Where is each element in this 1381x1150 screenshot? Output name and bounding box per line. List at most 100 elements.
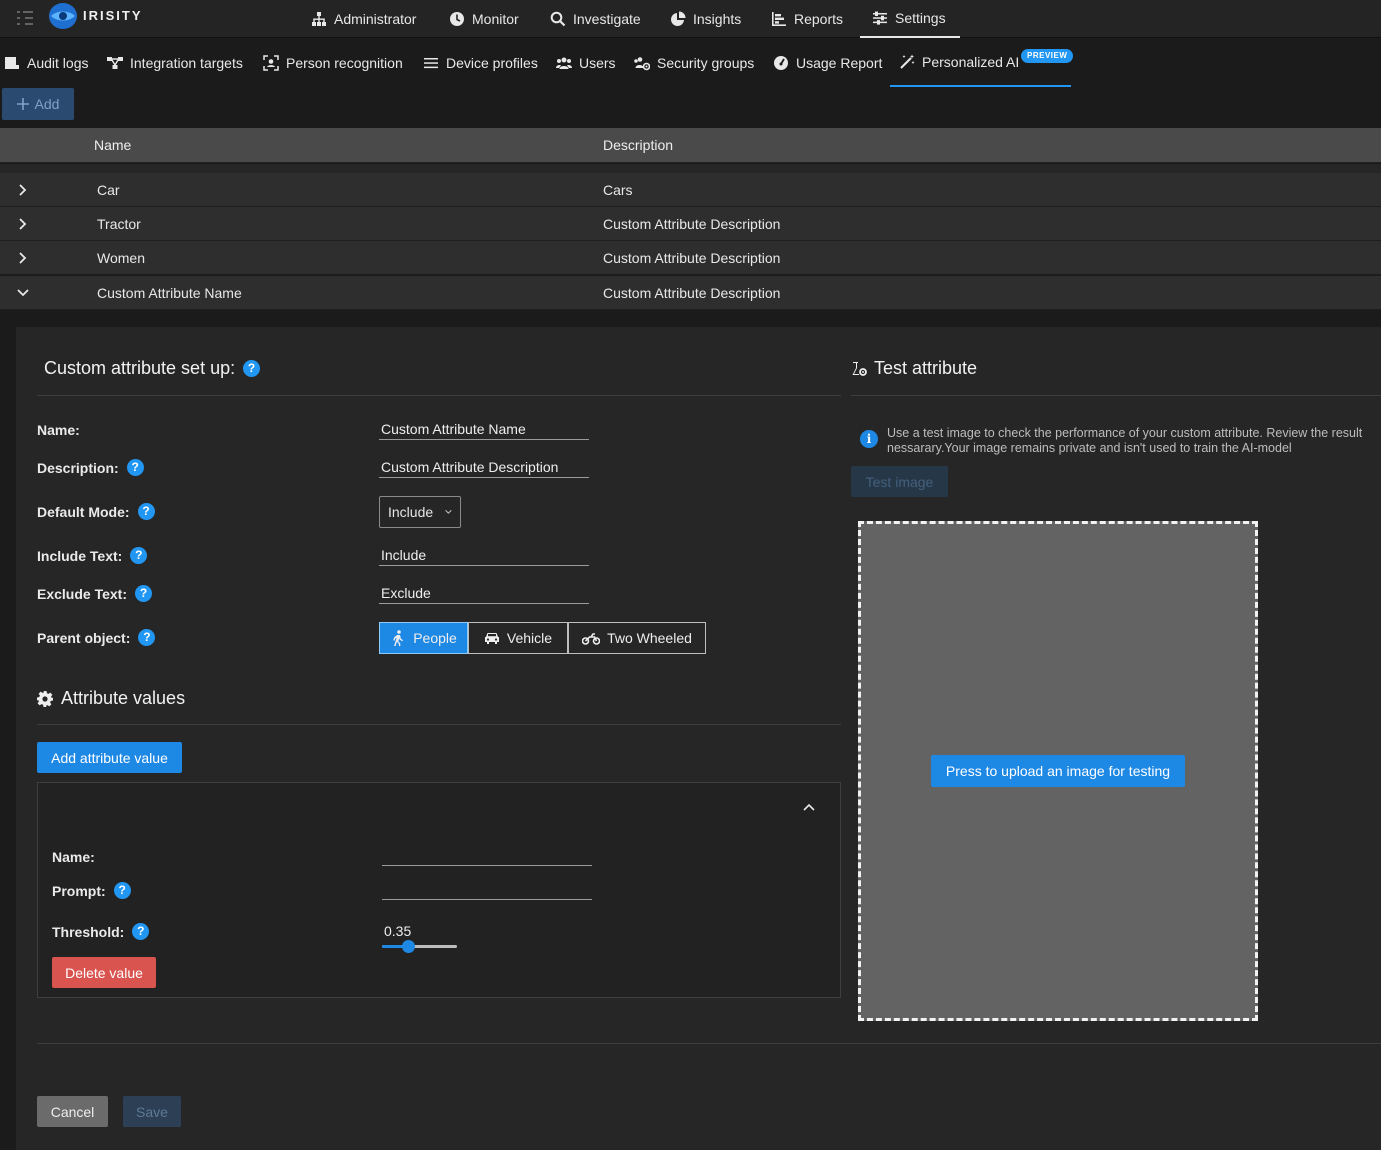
subnav-personalized-ai[interactable]: Personalized AI [890,39,1072,87]
subnav-label: Audit logs [27,55,89,71]
help-icon[interactable]: ? [126,459,144,476]
save-button[interactable]: Save [123,1096,181,1127]
add-attribute-value-button[interactable]: Add attribute value [37,742,182,773]
nav-investigate[interactable]: Investigate [550,0,641,38]
users-gear-icon [634,57,650,71]
nav-label: Monitor [472,11,519,27]
search-icon [550,11,566,27]
column-header-name[interactable]: Name [94,128,131,163]
table-row[interactable]: Tractor Custom Attribute Description [0,207,1381,241]
menu-toggle-icon[interactable] [16,10,34,26]
clock-icon [450,12,464,26]
help-icon[interactable]: ? [130,547,148,564]
row-name: Women [97,250,145,266]
nav-monitor[interactable]: Monitor [449,0,519,38]
chevron-right-icon[interactable] [16,251,30,265]
column-header-description[interactable]: Description [603,128,673,163]
parent-option-label: Vehicle [506,630,553,646]
description-input[interactable]: Custom Attribute Description [379,456,589,478]
help-icon[interactable]: ? [243,360,261,377]
motorcycle-icon [582,633,601,645]
setup-heading: Custom attribute set up: ? [44,358,261,379]
row-description: Custom Attribute Description [603,250,781,266]
subnav-users[interactable]: Users [556,39,616,87]
nav-reports[interactable]: Reports [771,0,843,38]
scroll-icon [5,57,19,69]
name-input[interactable]: Custom Attribute Name [379,418,589,440]
subnav-label: Device profiles [446,55,538,71]
magic-wand-icon [900,54,915,69]
parent-option-label: Two Wheeled [607,630,692,646]
top-navigation-bar: IRISITY Administrator Monitor Investigat… [0,0,1381,38]
upload-image-button[interactable]: Press to upload an image for testing [931,755,1185,787]
table-row[interactable]: Women Custom Attribute Description [0,241,1381,275]
chevron-right-icon[interactable] [16,217,30,231]
cog-icon [37,690,53,707]
include-text-input[interactable]: Include [379,544,589,566]
default-mode-select[interactable]: Include [379,496,461,528]
chevron-down-icon[interactable] [16,286,30,300]
exclude-text-input[interactable]: Exclude [379,582,589,604]
default-mode-label: Default Mode:? [37,503,155,520]
bar-chart-icon [772,12,786,26]
add-label: Add [34,96,60,112]
test-attribute-heading: Test attribute [851,358,977,379]
parent-option-two-wheeled[interactable]: Two Wheeled [568,622,706,654]
users-icon [556,57,572,69]
include-text-label: Include Text:? [37,547,148,564]
help-icon[interactable]: ? [132,923,150,940]
add-button[interactable]: Add [2,88,74,120]
prompt-input[interactable] [382,878,592,900]
test-image-button[interactable]: Test image [851,466,948,497]
chevron-right-icon[interactable] [16,183,30,197]
row-name: Car [97,182,120,198]
cancel-button[interactable]: Cancel [37,1096,108,1127]
table-row[interactable]: Car Cars [0,173,1381,207]
test-title: Test attribute [874,358,978,378]
exclude-text-label: Exclude Text:? [37,585,152,602]
subnav-label: Integration targets [130,55,243,71]
help-icon[interactable]: ? [137,503,155,520]
subnav-label: Usage Report [796,55,883,71]
threshold-slider[interactable] [382,940,457,953]
car-icon [484,633,499,644]
table-row-expanded[interactable]: Custom Attribute Name Custom Attribute D… [0,276,1381,310]
subnav-audit-logs[interactable]: Audit logs [4,39,88,87]
parent-option-people[interactable]: People [379,622,468,654]
nav-label: Insights [693,11,742,27]
value-name-input[interactable] [382,844,592,866]
pie-chart-icon [671,11,686,26]
nav-administrator[interactable]: Administrator [311,0,416,38]
help-icon[interactable]: ? [135,585,152,602]
delete-value-button[interactable]: Delete value [52,957,156,988]
row-name: Custom Attribute Name [97,285,242,301]
nav-label: Reports [794,11,844,27]
threshold-slider-thumb[interactable] [401,940,415,953]
parent-option-vehicle[interactable]: Vehicle [468,622,568,654]
person-walking-icon [393,630,404,646]
divider [37,1043,1381,1044]
help-icon[interactable]: ? [138,629,156,646]
subnav-usage-report[interactable]: Usage Report [773,39,882,87]
chevron-down-icon [445,509,452,514]
name-label: Name: [37,422,80,438]
subnav-security-groups[interactable]: Security groups [634,39,754,87]
nav-insights[interactable]: Insights [670,0,741,38]
settings-subnav: Audit logs Integration targets Person re… [0,39,1381,87]
help-icon[interactable]: ? [113,882,131,899]
divider [37,724,841,725]
row-description: Custom Attribute Description [603,285,781,301]
sitemap-icon [312,12,326,26]
list-icon [424,58,438,69]
nav-settings[interactable]: Settings [860,0,960,38]
table-header: Name Description [0,128,1381,163]
parent-option-label: People [413,630,457,646]
subnav-label: Security groups [657,55,755,71]
sliders-icon [873,11,887,25]
face-scan-icon [263,55,279,71]
subnav-person-recognition[interactable]: Person recognition [263,39,403,87]
subnav-device-profiles[interactable]: Device profiles [423,39,538,87]
chevron-up-icon[interactable] [802,801,816,813]
subnav-integration-targets[interactable]: Integration targets [107,39,243,87]
subnav-label: Personalized AI [922,54,1020,70]
